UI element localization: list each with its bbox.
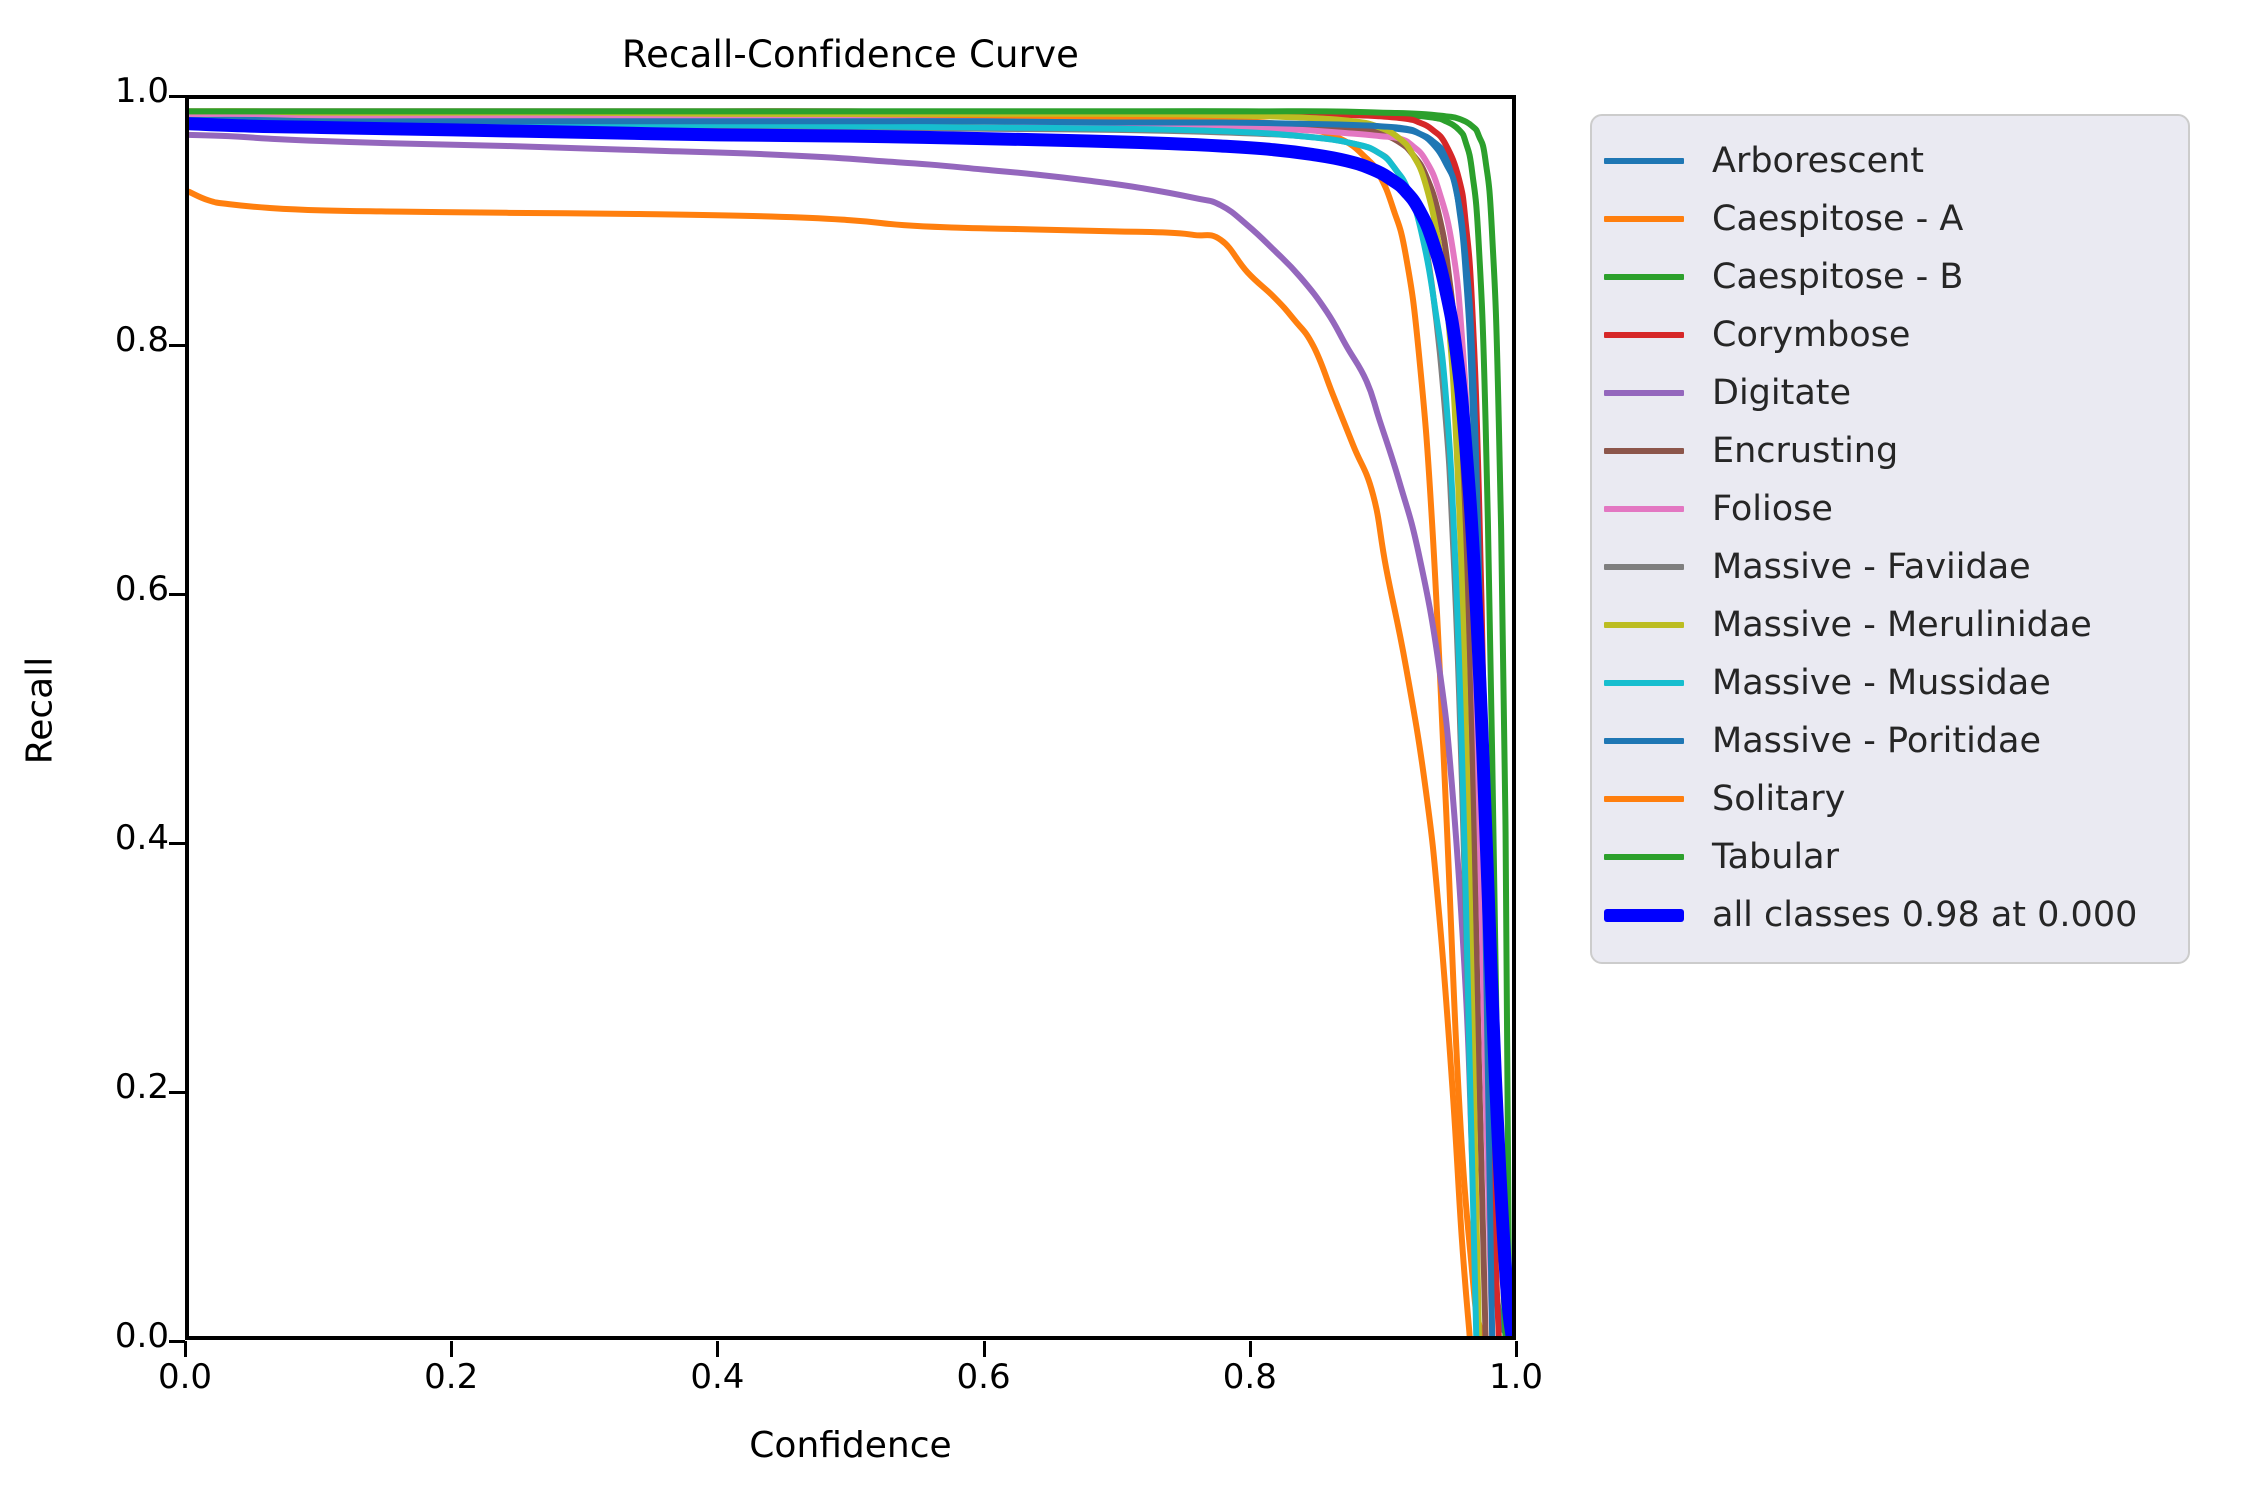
legend-item[interactable]: Digitate [1604,364,2170,422]
legend-color-swatch [1604,738,1684,744]
legend-item[interactable]: all classes 0.98 at 0.000 [1604,886,2170,944]
legend-color-swatch [1604,908,1684,922]
legend-item-label: Foliose [1712,488,1833,529]
legend-color-swatch [1604,216,1684,222]
legend-color-swatch [1604,564,1684,570]
x-tick-label: 0.8 [1222,1357,1277,1397]
chart-legend: Arborescent Caespitose - A Caespitose - B C… [1590,114,2190,964]
x-tick-label: 0.4 [690,1357,745,1397]
legend-item-label: Massive - Merulinidae [1712,604,2092,645]
x-axis-label: Confidence [749,1425,952,1466]
y-tick-mark [169,1091,185,1094]
legend-color-swatch [1604,680,1684,686]
legend-item-label: Massive - Faviidae [1712,546,2031,587]
x-tick-mark [1248,1341,1252,1357]
legend-item[interactable]: Massive - Faviidae [1604,538,2170,596]
series-line [189,116,1492,1336]
y-axis-label: Recall [19,656,61,765]
legend-item[interactable]: Solitary [1604,770,2170,828]
legend-color-swatch [1604,854,1684,860]
x-axis-ticks: 0.0 0.2 0.4 0.6 0.8 1.0 [158,1341,1543,1405]
x-tick-label: 0.0 [157,1357,213,1397]
x-tick-label: 0.6 [956,1357,1011,1397]
series-line [189,192,1470,1336]
y-tick-mark [169,95,185,98]
x-tick-label: 0.2 [424,1357,479,1397]
legend-color-swatch [1604,332,1684,338]
legend-item-label: Corymbose [1712,314,1911,355]
legend-item[interactable]: Caespitose - A [1604,190,2170,248]
series-line [189,111,1499,1336]
legend-color-swatch [1604,506,1684,512]
y-tick-label: 0.8 [114,320,169,360]
legend-item[interactable]: Tabular [1604,828,2170,886]
legend-color-swatch [1604,796,1684,802]
legend-item-label: Tabular [1712,836,1839,877]
legend-item-label: Caespitose - B [1712,256,1964,297]
series-line [189,111,1479,1336]
x-tick-label: 1.0 [1488,1357,1544,1397]
legend-item[interactable]: Arborescent [1604,132,2170,190]
page-title: Recall-Confidence Curve [621,33,1080,76]
x-tick-mark [982,1341,986,1357]
y-tick-label: 1.0 [114,71,169,111]
series-line [189,135,1479,1336]
legend-color-swatch [1604,622,1684,628]
legend-item-label: Massive - Mussidae [1712,662,2051,703]
legend-item-label: Encrusting [1712,430,1899,471]
legend-item-label: Massive - Poritidae [1712,720,2041,761]
figure-canvas: Recall-Confidence Curve 0.0 0.2 0.4 0.6 0.8 1… [0,0,2250,1500]
legend-item[interactable]: Caespitose - B [1604,248,2170,306]
legend-item-label: all classes 0.98 at 0.000 [1712,894,2138,935]
legend-item[interactable]: Corymbose [1604,306,2170,364]
legend-item[interactable]: Foliose [1604,480,2170,538]
x-tick-mark [716,1341,720,1357]
y-tick-label: 0.2 [114,1067,169,1107]
series-line [189,119,1486,1336]
y-tick-mark [169,1340,185,1343]
x-tick-mark [450,1341,454,1357]
legend-color-swatch [1604,448,1684,454]
series-line [189,124,1512,1336]
legend-item[interactable]: Massive - Mussidae [1604,654,2170,712]
legend-item-label: Solitary [1712,778,1846,819]
series-line [189,111,1505,1336]
plot-svg [189,99,1512,1336]
x-tick-mark [184,1341,187,1357]
plot-area [185,95,1516,1340]
legend-item[interactable]: Encrusting [1604,422,2170,480]
y-tick-label: 0.4 [114,818,169,858]
y-tick-label: 0.6 [114,569,169,609]
legend-color-swatch [1604,158,1684,164]
series-line [189,120,1492,1336]
legend-item-label: Arborescent [1712,140,1925,181]
legend-item-label: Digitate [1712,372,1852,413]
legend-item[interactable]: Massive - Poritidae [1604,712,2170,770]
legend-item-label: Caespitose - A [1712,198,1964,239]
series-line [189,114,1486,1336]
y-tick-label: 0.0 [114,1316,169,1356]
legend-item[interactable]: Massive - Merulinidae [1604,596,2170,654]
x-tick-mark [1515,1341,1518,1357]
y-tick-mark [169,593,185,596]
legend-color-swatch [1604,390,1684,396]
series-line [189,119,1512,1336]
y-tick-mark [169,344,185,347]
legend-color-swatch [1604,274,1684,280]
y-tick-mark [169,842,185,845]
